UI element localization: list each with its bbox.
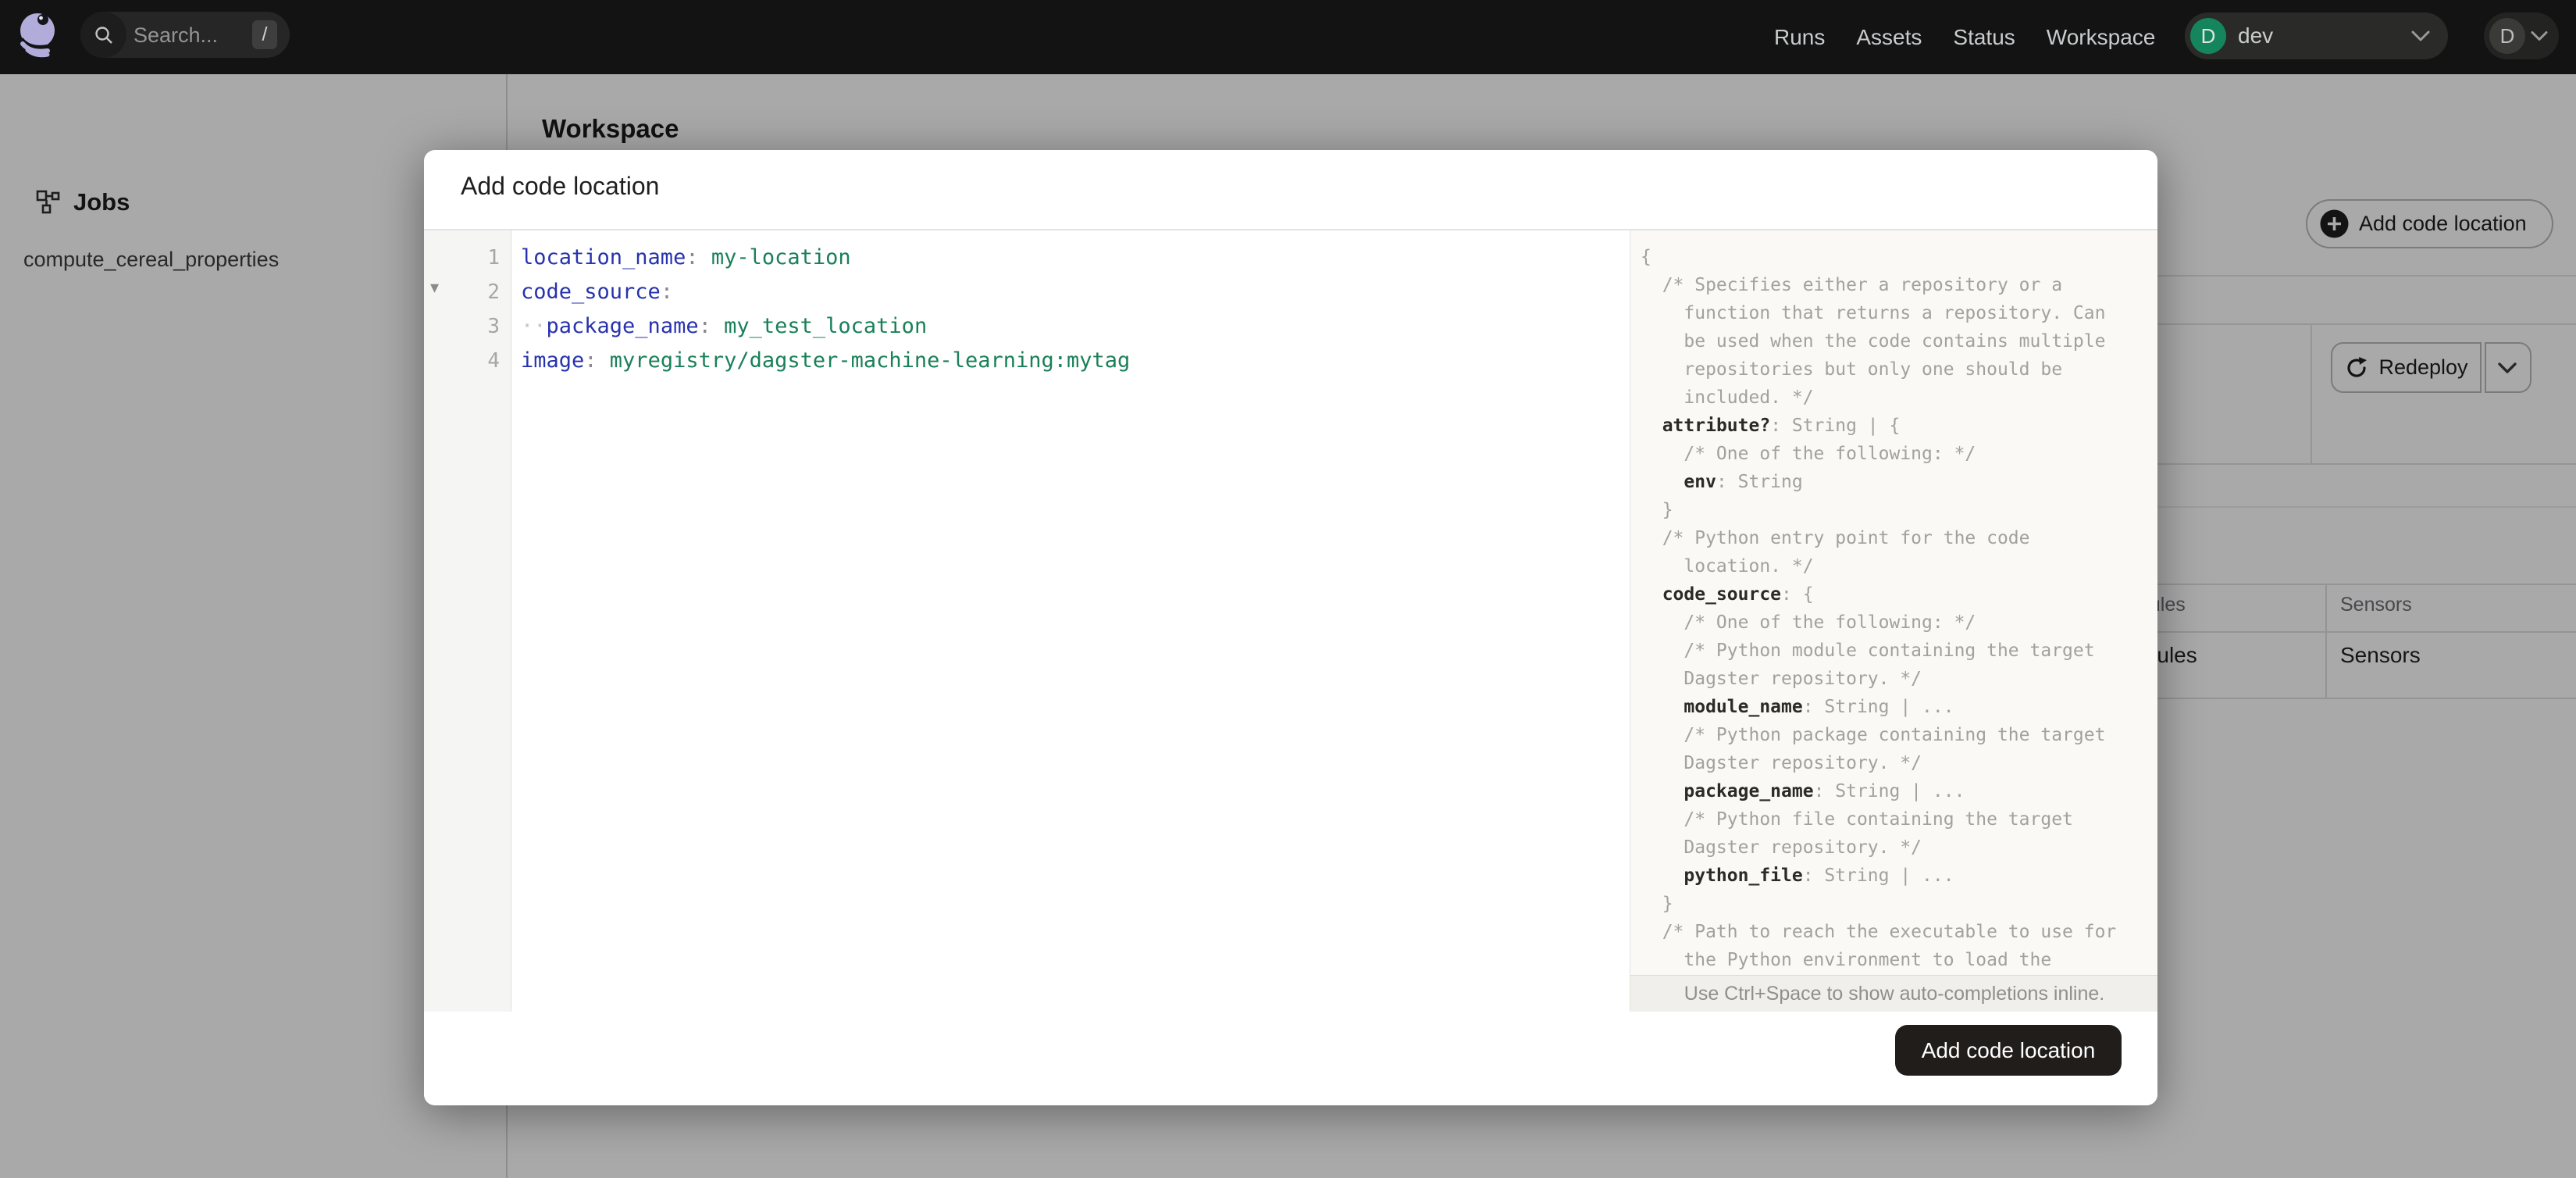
schema-line: repositories but only one should be	[1641, 359, 2063, 380]
line-number: 4	[487, 349, 500, 373]
schema-line: function that returns a repository. Can	[1641, 303, 2106, 323]
schema-line: location. */	[1641, 556, 1814, 577]
nav-link-workspace[interactable]: Workspace	[2047, 25, 2156, 50]
schema-line: package_name: String | ...	[1683, 781, 1965, 801]
deployment-avatar: D	[2190, 18, 2226, 54]
schema-line: be used when the code contains multiple	[1641, 331, 2106, 352]
dagster-app: / RunsAssetsStatusWorkspace D dev D Jobs…	[0, 0, 2576, 1178]
schema-line: /* One of the following: */	[1641, 444, 1976, 464]
line-number: 3	[487, 315, 500, 338]
config-schema-panel[interactable]: { /* Specifies either a repository or a …	[1630, 230, 2157, 1012]
nav-link-assets[interactable]: Assets	[1856, 25, 1922, 50]
editor-gutter: 1234 ▾	[424, 230, 511, 1012]
schema-line: python_file: String | ...	[1683, 866, 1954, 886]
editor-line-numbers: 1234	[424, 241, 511, 378]
code-line-2: code_source:	[521, 280, 674, 304]
user-avatar: D	[2489, 18, 2525, 54]
chevron-down-icon	[2531, 31, 2548, 41]
schema-line: Dagster repository. */	[1641, 837, 1922, 858]
schema-line: the Python environment to load the	[1641, 950, 2052, 970]
code-line-3: ··package_name: my_test_location	[521, 314, 928, 338]
search-shortcut-badge: /	[252, 20, 277, 49]
navbar-links: Runs Assets Status Workspace	[1774, 0, 2155, 74]
schema-line: /* Python package containing the target	[1641, 725, 2106, 745]
dialog-title: Add code location	[461, 172, 660, 200]
search-input[interactable]	[132, 12, 252, 59]
nav-link-status[interactable]: Status	[1953, 25, 2015, 50]
schema-line: env: String	[1683, 472, 1803, 492]
schema-line: {	[1641, 247, 1651, 267]
dialog-body: 1234 ▾ location_name: my-location code_so…	[424, 230, 2157, 1012]
line-number: 1	[487, 246, 500, 270]
autocomplete-hint: Use Ctrl+Space to show auto-completions …	[1630, 975, 2157, 1012]
schema-line: /* Python module containing the target	[1641, 641, 2095, 661]
schema-line: /* Path to reach the executable to use f…	[1641, 922, 2117, 942]
schema-line: attribute?: String | {	[1662, 416, 1901, 436]
fold-toggle-icon[interactable]: ▾	[430, 279, 439, 296]
schema-line: /* Python file containing the target	[1641, 809, 2073, 830]
top-navbar: / Runs Assets Status Workspace D dev D	[0, 0, 2576, 74]
code-line-1: location_name: my-location	[521, 245, 851, 270]
submit-add-code-location-button[interactable]: Add code location	[1895, 1025, 2122, 1076]
schema-line: Dagster repository. */	[1641, 753, 1922, 773]
dialog-footer: Add code location	[424, 1012, 2157, 1105]
schema-line: included. */	[1641, 387, 1814, 408]
code-line-4: image: myregistry/dagster-machine-learni…	[521, 348, 1131, 373]
yaml-editor-content: location_name: my-location code_source: ··…	[521, 241, 1630, 378]
add-code-location-dialog: Add code location 1234 ▾ location_name: …	[424, 150, 2157, 1105]
schema-line: code_source: {	[1662, 584, 1814, 605]
config-schema-text: { /* Specifies either a repository or a …	[1641, 243, 2153, 974]
nav-link-runs[interactable]: Runs	[1774, 25, 1825, 50]
search-icon	[80, 12, 126, 58]
chevron-down-icon	[2411, 30, 2430, 41]
deployment-switcher[interactable]: D dev	[2185, 12, 2448, 59]
schema-line: /* One of the following: */	[1641, 612, 1976, 633]
user-menu[interactable]: D	[2484, 12, 2559, 59]
dagster-logo-icon[interactable]	[13, 9, 62, 58]
schema-line: }	[1641, 894, 1673, 914]
schema-line: module_name: String | ...	[1683, 697, 1954, 717]
deployment-label: dev	[2238, 23, 2274, 48]
schema-line: Dagster repository. */	[1641, 669, 1922, 689]
schema-line: /* Specifies either a repository or a	[1641, 275, 2063, 295]
yaml-editor[interactable]: location_name: my-location code_source: ··…	[511, 230, 1630, 1012]
schema-line: /* Python entry point for the code	[1641, 528, 2030, 548]
dialog-header: Add code location	[424, 150, 2157, 230]
schema-line: }	[1641, 500, 1673, 520]
search-box[interactable]: /	[80, 12, 290, 59]
